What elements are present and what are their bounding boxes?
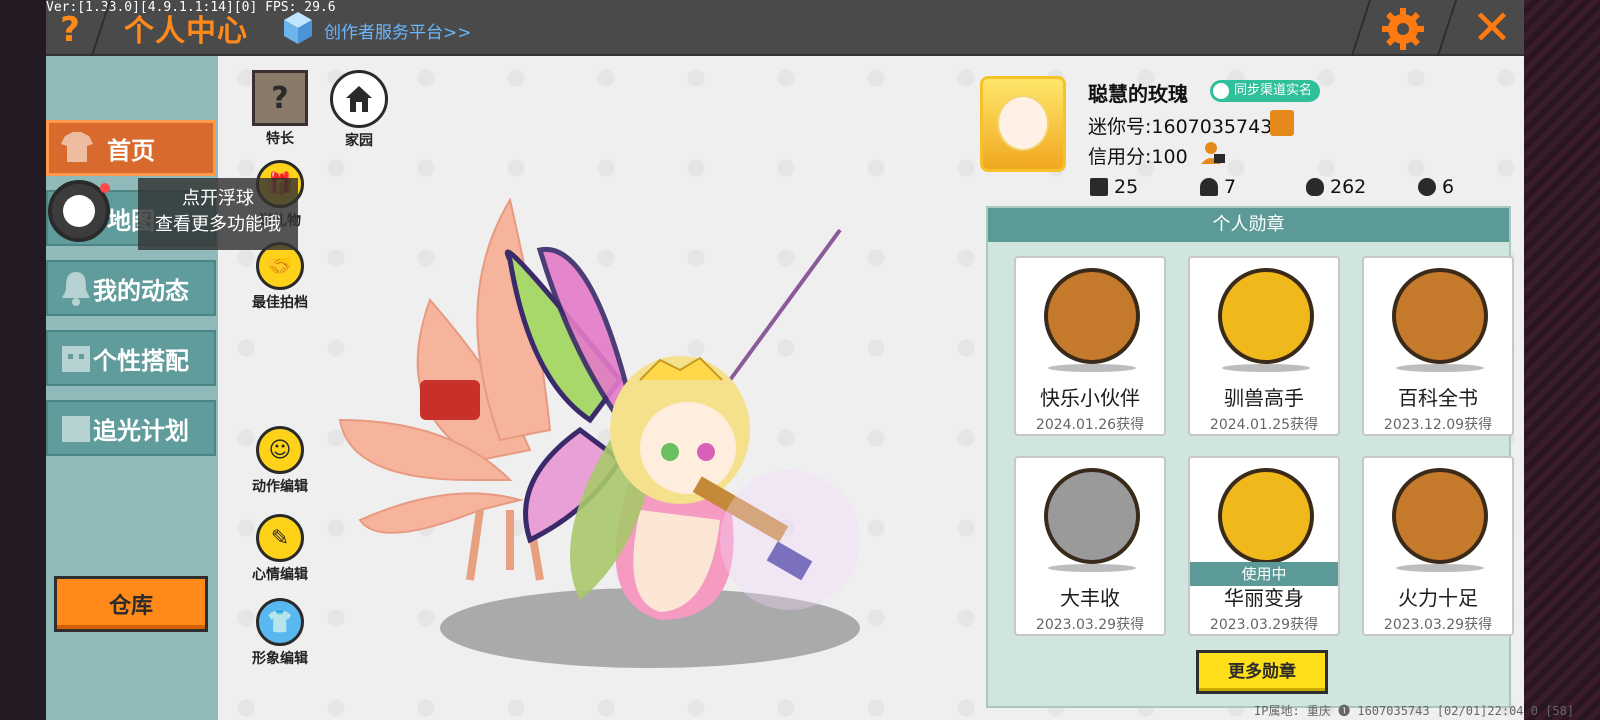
badge-medal-icon bbox=[1044, 468, 1140, 564]
badge-card[interactable]: 大丰收 2023.03.29获得 bbox=[1014, 456, 1166, 636]
cube-face-icon bbox=[62, 346, 90, 372]
character-model[interactable] bbox=[330, 180, 890, 680]
tip-line: 点开浮球 bbox=[182, 188, 254, 209]
badge-name: 大丰收 bbox=[1060, 586, 1120, 610]
tool-label: 动作编辑 bbox=[252, 479, 308, 495]
right-background bbox=[1524, 0, 1600, 720]
gear-icon[interactable] bbox=[1380, 6, 1426, 52]
flame-icon bbox=[1306, 178, 1324, 196]
notification-dot bbox=[100, 183, 110, 193]
help-button[interactable]: ? bbox=[52, 10, 88, 50]
badge-card[interactable]: 百科全书 2023.12.09获得 bbox=[1362, 256, 1514, 436]
close-button[interactable]: ✕ bbox=[1468, 4, 1516, 52]
badge-date: 2023.03.29获得 bbox=[1209, 617, 1319, 633]
nav-label: 首页 bbox=[107, 136, 155, 165]
pose-icon: ☺ bbox=[256, 426, 304, 474]
nav-item-chase-light[interactable]: 追光计划 bbox=[46, 400, 216, 456]
nav-label: 追光计划 bbox=[93, 416, 189, 445]
home-tool[interactable]: 家园 bbox=[328, 70, 390, 150]
image-edit-tool[interactable]: 👕 形象编辑 bbox=[244, 598, 316, 668]
box-icon bbox=[62, 416, 90, 442]
badge-name: 快乐小伙伴 bbox=[1040, 386, 1140, 410]
footer-info: IP属地: 重庆 ❶ 1607035743 [02/01]22:04 0 [58… bbox=[1254, 704, 1575, 718]
tool-label: 家园 bbox=[345, 133, 373, 149]
house-icon bbox=[330, 70, 388, 128]
page-title: 个人中心 bbox=[124, 14, 248, 49]
badge-date: 2024.01.26获得 bbox=[1035, 417, 1145, 433]
badge-date: 2023.03.29获得 bbox=[1035, 617, 1145, 633]
player-uid: 迷你号:1607035743 bbox=[1088, 116, 1273, 138]
badge-medal-icon bbox=[1218, 468, 1314, 564]
left-nav: 首页 地图 我的动态 个性搭配 追光计划 仓库 bbox=[46, 56, 218, 720]
stat-hot: 262 bbox=[1306, 176, 1366, 198]
stat-fans: 7 bbox=[1200, 176, 1236, 198]
nav-item-outfit[interactable]: 个性搭配 bbox=[46, 330, 216, 386]
verify-badge: 同步渠道实名 bbox=[1210, 80, 1321, 102]
badge-date: 2023.12.09获得 bbox=[1383, 417, 1493, 433]
badge-panel-title: 个人勋章 bbox=[988, 208, 1509, 242]
person-card-icon[interactable] bbox=[1200, 140, 1226, 166]
cube-icon[interactable] bbox=[282, 10, 314, 46]
badge-medal-icon bbox=[1218, 268, 1314, 364]
creator-platform-link[interactable]: 创作者服务平台>> bbox=[324, 18, 472, 43]
mood-edit-tool[interactable]: ✎ 心情编辑 bbox=[244, 514, 316, 584]
person-icon bbox=[1200, 178, 1218, 196]
badge-medal-icon bbox=[1392, 468, 1488, 564]
tool-label: 形象编辑 bbox=[252, 651, 308, 667]
nav-item-activity[interactable]: 我的动态 bbox=[46, 260, 216, 316]
stat-plus: 25 bbox=[1090, 176, 1138, 198]
floating-ball-tip: 点开浮球 查看更多功能哦 bbox=[138, 178, 298, 250]
plus-box-icon bbox=[1090, 178, 1108, 196]
nav-item-home[interactable]: 首页 bbox=[46, 120, 216, 176]
tool-label: 最佳拍档 bbox=[252, 295, 308, 311]
badge-card[interactable]: 驯兽高手 2024.01.25获得 bbox=[1188, 256, 1340, 436]
warehouse-button[interactable]: 仓库 bbox=[54, 576, 208, 632]
nav-label: 个性搭配 bbox=[93, 346, 189, 375]
badge-card[interactable]: 快乐小伙伴 2024.01.26获得 bbox=[1014, 256, 1166, 436]
badge-card[interactable]: 使用中 华丽变身 2023.03.29获得 bbox=[1188, 456, 1340, 636]
badge-date: 2023.03.29获得 bbox=[1383, 617, 1493, 633]
heart-icon bbox=[1418, 178, 1436, 196]
talent-tool[interactable]: ? 特长 bbox=[250, 70, 310, 148]
badge-medal-icon bbox=[1044, 268, 1140, 364]
bell-icon bbox=[62, 272, 90, 306]
nav-label: 我的动态 bbox=[93, 276, 189, 305]
tip-line: 查看更多功能哦 bbox=[155, 214, 281, 235]
left-border bbox=[0, 0, 46, 720]
badge-medal-icon bbox=[1392, 268, 1488, 364]
tool-label: 心情编辑 bbox=[252, 567, 308, 583]
badge-name: 驯兽高手 bbox=[1224, 386, 1304, 410]
badge-name: 火力十足 bbox=[1398, 586, 1478, 610]
tool-label: 特长 bbox=[266, 131, 294, 147]
edit-icon: ✎ bbox=[256, 514, 304, 562]
more-badges-button[interactable]: 更多勋章 bbox=[1196, 650, 1328, 694]
badge-name: 百科全书 bbox=[1398, 386, 1478, 410]
question-block-icon: ? bbox=[252, 70, 308, 126]
badge-panel: 个人勋章 快乐小伙伴 2024.01.26获得 驯兽高手 2024.01.25获… bbox=[986, 206, 1514, 708]
avatar[interactable] bbox=[980, 76, 1066, 172]
outfit-icon: 👕 bbox=[256, 598, 304, 646]
badge-name: 华丽变身 bbox=[1224, 586, 1304, 610]
verify-icon bbox=[1213, 83, 1229, 99]
credit-score: 信用分:100 bbox=[1088, 146, 1188, 168]
shirt-icon bbox=[61, 132, 93, 162]
player-name: 聪慧的玫瑰 bbox=[1088, 82, 1188, 106]
partner-tool[interactable]: 🤝 最佳拍档 bbox=[244, 242, 316, 312]
badge-date: 2024.01.25获得 bbox=[1209, 417, 1319, 433]
badge-card[interactable]: 火力十足 2023.03.29获得 bbox=[1362, 456, 1514, 636]
action-edit-tool[interactable]: ☺ 动作编辑 bbox=[244, 426, 316, 496]
copy-icon[interactable] bbox=[1270, 110, 1294, 136]
stat-likes: 6 bbox=[1418, 176, 1454, 198]
